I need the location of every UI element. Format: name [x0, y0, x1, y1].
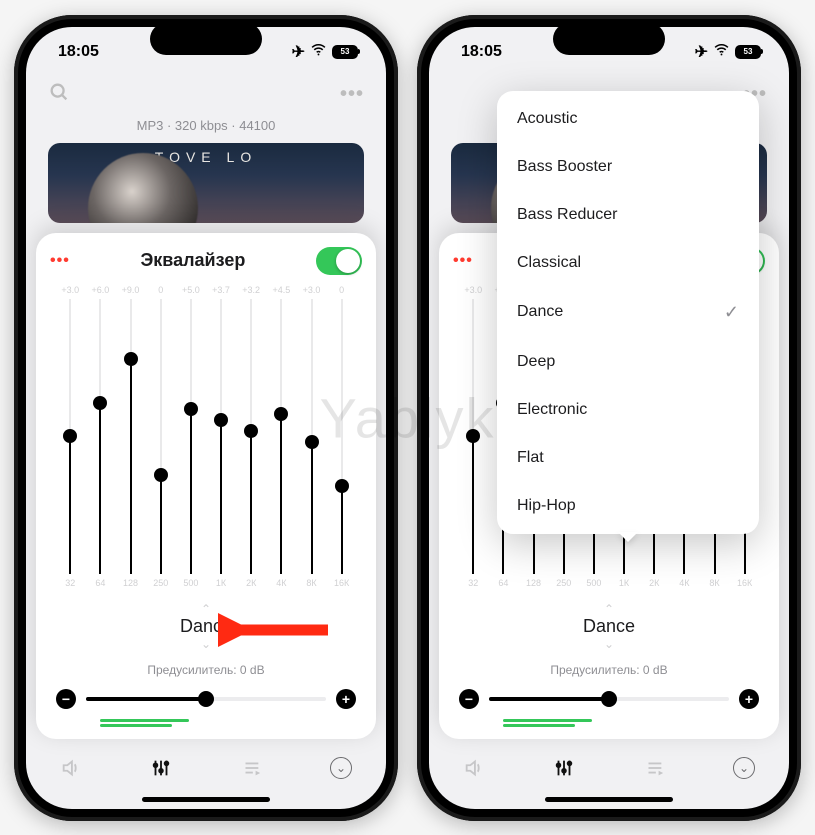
preamp-minus-button[interactable]: −: [56, 689, 76, 709]
airplane-icon: ✈︎: [292, 42, 305, 62]
sheet-menu-icon[interactable]: •••: [50, 252, 70, 270]
tab-collapse[interactable]: ⌄: [733, 757, 755, 779]
bottom-tab-bar: ⌄: [26, 745, 386, 791]
preset-option-label: Flat: [517, 449, 544, 467]
level-meter-2: [50, 724, 362, 727]
home-indicator: [142, 797, 270, 802]
preamp-slider-row: − +: [50, 677, 362, 715]
album-artist: TOVE LO: [48, 149, 364, 165]
preset-option-classical[interactable]: Classical: [497, 239, 759, 287]
preset-option-hip-hop[interactable]: Hip-Hop: [497, 482, 759, 530]
status-indicators: ✈︎ 53: [292, 41, 358, 63]
menu-pointer-icon: [618, 532, 638, 542]
preamp-plus-button[interactable]: +: [336, 689, 356, 709]
sheet-menu-icon[interactable]: •••: [453, 252, 473, 270]
status-time: 18:05: [58, 43, 99, 61]
eq-band-4К[interactable]: [267, 299, 296, 574]
chevron-down-circle-icon: ⌄: [330, 757, 352, 779]
tab-speaker[interactable]: [463, 757, 485, 779]
freq-labels: 32641282505001К2К4К8К16К: [50, 574, 362, 592]
tab-collapse[interactable]: ⌄: [330, 757, 352, 779]
preset-option-dance[interactable]: Dance ✓: [497, 287, 759, 338]
preset-option-label: Dance: [517, 303, 563, 321]
preset-option-electronic[interactable]: Electronic: [497, 386, 759, 434]
chevron-down-icon: ⌄: [453, 639, 765, 649]
eq-band-128[interactable]: [116, 299, 145, 574]
eq-band-16К[interactable]: [327, 299, 356, 574]
battery-badge: 53: [735, 45, 761, 59]
eq-sliders[interactable]: [50, 299, 362, 574]
status-indicators: ✈︎ 53: [695, 41, 761, 63]
phone-right: 18:05 ✈︎ 53 ••• . ••• Эквалайзер: [417, 15, 801, 821]
preamp-label: Предусилитель: 0 dB: [453, 663, 765, 677]
file-meta: MP3 · 320 kbps · 44100: [26, 118, 386, 133]
airplane-icon: ✈︎: [695, 42, 708, 62]
screen-left: 18:05 ✈︎ 53 ••• MP3 · 320 kbps · 44100 T…: [26, 27, 386, 809]
preamp-slider[interactable]: [489, 697, 729, 701]
annotation-arrow: [218, 610, 338, 650]
phone-left: 18:05 ✈︎ 53 ••• MP3 · 320 kbps · 44100 T…: [14, 15, 398, 821]
chevron-down-circle-icon: ⌄: [733, 757, 755, 779]
eq-band-500[interactable]: [177, 299, 206, 574]
chevron-up-icon: ⌃: [453, 604, 765, 614]
wifi-icon: [310, 41, 327, 63]
preset-option-bass-reducer[interactable]: Bass Reducer: [497, 191, 759, 239]
preset-option-deep[interactable]: Deep: [497, 338, 759, 386]
preset-name: Dance: [453, 614, 765, 639]
preset-option-bass-booster[interactable]: Bass Booster: [497, 143, 759, 191]
preset-option-label: Deep: [517, 353, 555, 371]
preset-selector[interactable]: ⌃ Dance ⌄: [50, 604, 362, 649]
preset-menu: Acoustic Bass Booster Bass Reducer Classica…: [497, 91, 759, 534]
eq-band-8К[interactable]: [297, 299, 326, 574]
preset-option-label: Acoustic: [517, 110, 577, 128]
eq-toggle[interactable]: [316, 247, 362, 275]
preamp-minus-button[interactable]: −: [459, 689, 479, 709]
eq-band-32[interactable]: [56, 299, 85, 574]
preset-option-label: Hip-Hop: [517, 497, 576, 515]
eq-band-64[interactable]: [86, 299, 115, 574]
level-meter: [50, 719, 362, 722]
screen-right: 18:05 ✈︎ 53 ••• . ••• Эквалайзер: [429, 27, 789, 809]
tab-playlist[interactable]: [643, 757, 665, 779]
bottom-tab-bar: ⌄: [429, 745, 789, 791]
preamp-plus-button[interactable]: +: [739, 689, 759, 709]
preset-option-flat[interactable]: Flat: [497, 434, 759, 482]
preset-option-label: Bass Reducer: [517, 206, 618, 224]
equalizer-sheet: ••• Эквалайзер +3.0+6.0+9.00+5.0+3.7+3.2…: [36, 233, 376, 739]
more-icon[interactable]: •••: [340, 83, 364, 106]
app-top-bar: •••: [26, 77, 386, 118]
eq-header: ••• Эквалайзер: [50, 247, 362, 275]
level-meter: [453, 719, 765, 722]
preset-option-label: Electronic: [517, 401, 587, 419]
preset-selector[interactable]: ⌃ Dance ⌄: [453, 604, 765, 649]
home-indicator: [545, 797, 673, 802]
wifi-icon: [713, 41, 730, 63]
level-meter-2: [453, 724, 765, 727]
preset-option-label: Bass Booster: [517, 158, 612, 176]
preamp-slider-row: − +: [453, 677, 765, 715]
preamp-label: Предусилитель: 0 dB: [50, 663, 362, 677]
preamp-slider[interactable]: [86, 697, 326, 701]
dynamic-island: [553, 23, 665, 55]
dynamic-island: [150, 23, 262, 55]
tab-equalizer[interactable]: [553, 757, 575, 779]
album-art[interactable]: TOVE LO: [48, 143, 364, 223]
status-time: 18:05: [461, 43, 502, 61]
tab-equalizer[interactable]: [150, 757, 172, 779]
eq-band-1К[interactable]: [207, 299, 236, 574]
eq-band-32[interactable]: [459, 299, 488, 574]
eq-title: Эквалайзер: [140, 250, 245, 271]
eq-band-2К[interactable]: [237, 299, 266, 574]
search-icon[interactable]: [48, 81, 70, 108]
preset-option-acoustic[interactable]: Acoustic: [497, 95, 759, 143]
tab-playlist[interactable]: [240, 757, 262, 779]
battery-badge: 53: [332, 45, 358, 59]
eq-band-250[interactable]: [146, 299, 175, 574]
check-icon: ✓: [724, 302, 739, 323]
tab-speaker[interactable]: [60, 757, 82, 779]
freq-labels: 32641282505001К2К4К8К16К: [453, 574, 765, 592]
db-labels: +3.0+6.0+9.00+5.0+3.7+3.2+4.5+3.00: [50, 281, 362, 299]
preset-option-label: Classical: [517, 254, 581, 272]
